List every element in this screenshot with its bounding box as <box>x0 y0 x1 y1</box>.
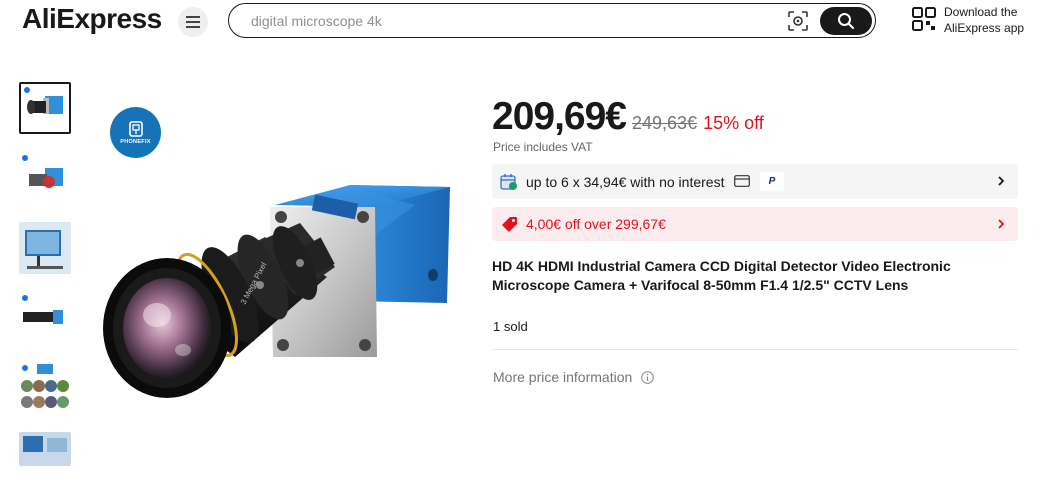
dot-icon <box>22 155 28 161</box>
video-dot-icon <box>24 87 30 93</box>
divider <box>492 349 1018 350</box>
dot-icon <box>22 365 28 371</box>
chevron-right-icon <box>998 176 1005 186</box>
product-main-image[interactable]: 3 Mega Pixel <box>95 95 475 425</box>
image-search-icon[interactable] <box>787 10 809 32</box>
credit-card-icon <box>734 175 750 187</box>
paypal-icon: P <box>760 172 784 191</box>
current-price: 209,69€ <box>492 95 627 138</box>
thumbnail-2[interactable] <box>19 152 71 204</box>
app-download-link[interactable]: Download the AliExpress app <box>912 4 1032 38</box>
app-download-text: Download the AliExpress app <box>944 5 1025 35</box>
search-bar <box>228 3 876 38</box>
original-price: 249,63€ <box>631 113 698 133</box>
installment-text: up to 6 x 34,94€ with no interest <box>526 174 725 190</box>
more-price-label: More price information <box>493 369 633 385</box>
installment-banner[interactable]: up to 6 x 34,94€ with no interest P <box>492 164 1018 199</box>
price-row: 209,69€ 249,63€ 15% off <box>492 95 764 140</box>
search-icon <box>838 12 855 29</box>
chevron-right-icon <box>998 219 1005 229</box>
discount-label: 15% off <box>703 113 764 133</box>
info-icon <box>641 370 655 384</box>
coupon-tag-icon <box>502 217 517 232</box>
search-button[interactable] <box>820 6 872 35</box>
qr-code-icon <box>912 7 936 31</box>
aliexpress-logo[interactable]: AliExpress <box>22 3 162 35</box>
thumbnail-5[interactable] <box>19 362 71 414</box>
coupon-banner[interactable]: 4,00€ off over 299,67€ <box>492 207 1018 241</box>
more-price-info[interactable]: More price information <box>493 369 655 385</box>
thumbnail-6[interactable] <box>19 432 71 466</box>
thumbnail-1[interactable] <box>19 82 71 134</box>
coupon-text: 4,00€ off over 299,67€ <box>526 216 666 232</box>
hamburger-icon <box>186 16 200 28</box>
thumbnail-4[interactable] <box>19 292 71 344</box>
thumbnail-3[interactable] <box>19 222 71 274</box>
search-input[interactable] <box>251 11 751 31</box>
sold-count: 1 sold <box>493 319 528 334</box>
vat-note: Price includes VAT <box>493 140 593 154</box>
dot-icon <box>22 295 28 301</box>
menu-button[interactable] <box>178 7 208 37</box>
usage-thumbnail-image <box>19 432 71 466</box>
calendar-installment-icon <box>500 174 517 190</box>
product-title: HD 4K HDMI Industrial Camera CCD Digital… <box>492 258 951 293</box>
header: AliExpress Download <box>0 0 1041 44</box>
microscope-thumbnail-image <box>19 222 71 274</box>
